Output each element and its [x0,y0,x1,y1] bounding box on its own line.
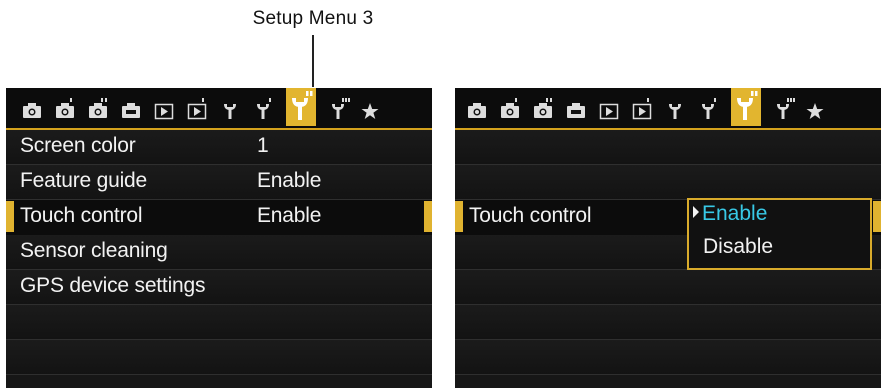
star-icon [361,103,379,119]
menu-row-feature-guide[interactable]: Feature guide Enable [6,165,432,200]
menu-row-label: Touch control [20,204,143,227]
tab-shooting-3[interactable] [86,94,110,124]
tab-setup-2[interactable] [251,94,275,124]
menu-row-value: 1 [257,134,269,157]
right-setting-screen: Touch control Enable Disable [455,88,881,388]
wrench-icon [257,98,271,119]
tab-shooting-4[interactable] [564,94,588,124]
tab-setup-1[interactable] [218,94,242,124]
camera-icon [56,98,74,118]
setting-row-empty [455,270,881,305]
menu-row-value: Enable [257,204,322,227]
tab-setup-3[interactable] [286,88,316,126]
menu-list: Screen color 1 Feature guide Enable Touc… [6,130,432,375]
camera-icon [89,98,107,118]
tab-shooting-1[interactable] [20,94,44,124]
wrench-icon [737,91,758,120]
menu-row-empty [6,305,432,340]
tab-setup-4[interactable] [326,94,350,124]
menu-row-sensor-cleaning[interactable]: Sensor cleaning [6,235,432,270]
menu-row-touch-control[interactable]: Touch control Enable [6,200,432,235]
tab-bar [6,88,432,130]
wrench-icon [332,98,350,119]
camera-icon [468,103,486,118]
playback-icon [632,98,652,120]
setting-row-empty [455,130,881,165]
menu-row-label: Sensor cleaning [20,239,168,262]
tab-my-menu[interactable] [358,94,382,124]
tab-shooting-3[interactable] [531,94,555,124]
setting-row-empty [455,165,881,200]
menu-row-label: Screen color [20,134,136,157]
camera-icon [534,98,552,118]
wrench-icon [777,98,795,119]
tab-playback-2[interactable] [630,94,654,124]
tab-shooting-2[interactable] [53,94,77,124]
tab-shooting-2[interactable] [498,94,522,124]
tab-playback-1[interactable] [597,94,621,124]
camera-icon [567,103,585,118]
option-disable[interactable]: Disable [703,235,773,259]
tab-setup-3[interactable] [731,88,761,126]
option-label: Enable [702,202,768,225]
playback-icon [599,103,619,120]
tab-setup-2[interactable] [696,94,720,124]
left-menu-screen: Screen color 1 Feature guide Enable Touc… [6,88,432,388]
tab-shooting-4[interactable] [119,94,143,124]
playback-icon [187,98,207,120]
menu-row-screen-color[interactable]: Screen color 1 [6,130,432,165]
star-icon [806,103,824,119]
wrench-icon [702,98,716,119]
setting-row-empty [455,340,881,375]
callout-label: Setup Menu 3 [252,8,374,29]
tab-playback-1[interactable] [152,94,176,124]
camera-icon [122,103,140,118]
setting-row-empty [455,305,881,340]
menu-row-label: GPS device settings [20,274,206,297]
option-popup: Enable Disable [687,198,872,270]
tab-my-menu[interactable] [803,94,827,124]
playback-icon [154,103,174,120]
setting-label: Touch control [469,204,592,227]
option-enable[interactable]: Enable [693,202,768,226]
tab-shooting-1[interactable] [465,94,489,124]
wrench-icon [224,104,236,119]
menu-row-empty [6,340,432,375]
camera-icon [23,103,41,118]
tab-setup-4[interactable] [771,94,795,124]
tab-playback-2[interactable] [185,94,209,124]
menu-row-value: Enable [257,169,322,192]
selection-pointer-icon [693,206,699,218]
wrench-icon [669,104,681,119]
menu-row-gps-device-settings[interactable]: GPS device settings [6,270,432,305]
menu-row-label: Feature guide [20,169,147,192]
tab-bar [455,88,881,130]
camera-icon [501,98,519,118]
wrench-icon [292,91,313,120]
tab-setup-1[interactable] [663,94,687,124]
callout-line [312,35,314,87]
option-label: Disable [703,235,774,258]
